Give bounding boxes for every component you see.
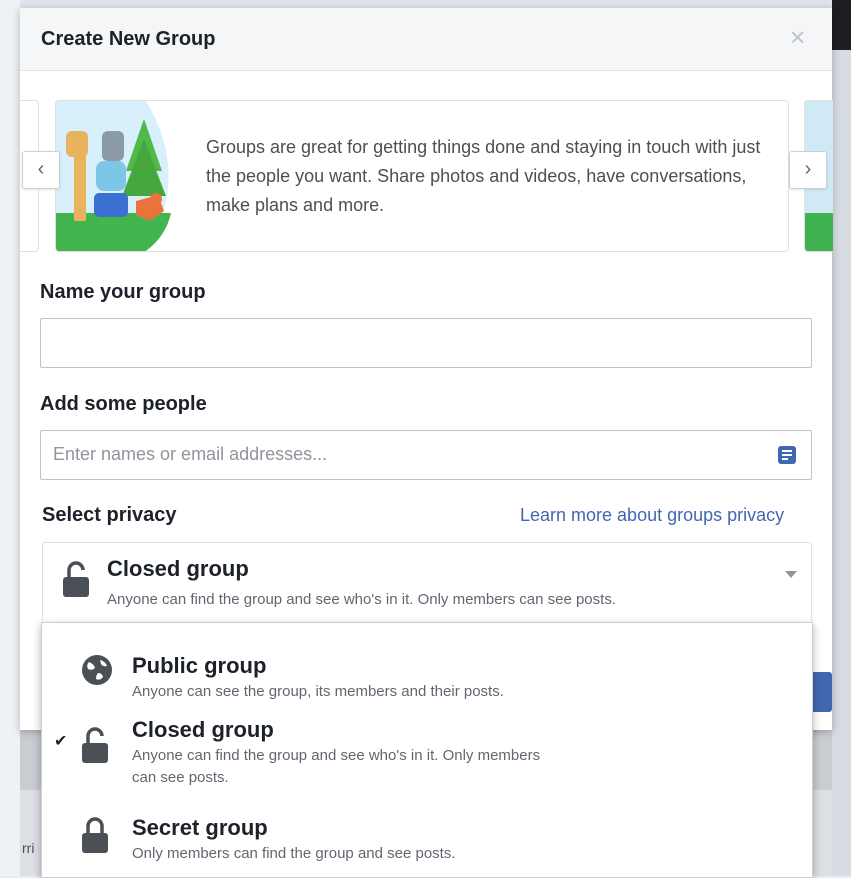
dialog-title: Create New Group	[41, 28, 216, 50]
option-desc: Anyone can find the group and see who's …	[132, 747, 541, 786]
backdrop-top	[0, 0, 851, 8]
carousel-description: Groups are great for getting things done…	[206, 137, 761, 215]
lock-open-icon	[82, 727, 108, 763]
select-privacy-label: Select privacy	[42, 504, 177, 526]
backdrop-right	[832, 50, 851, 876]
address-book-icon[interactable]	[777, 445, 797, 465]
dialog-header: Create New Group ×	[20, 8, 832, 71]
selected-privacy-title: Closed group	[107, 556, 249, 581]
lock-closed-icon	[82, 817, 108, 853]
lock-open-icon	[63, 561, 89, 597]
add-people-label: Add some people	[40, 393, 207, 415]
option-title: Secret group	[132, 815, 268, 840]
privacy-option-secret[interactable]: Secret group Only members can find the g…	[42, 811, 812, 877]
carousel-next-button[interactable]: ›	[789, 151, 827, 189]
close-icon[interactable]: ×	[790, 24, 805, 50]
option-title: Public group	[132, 653, 267, 678]
backdrop-left	[0, 0, 20, 876]
option-title: Closed group	[132, 717, 274, 742]
selected-privacy-desc: Anyone can find the group and see who's …	[107, 591, 616, 608]
next-card-illustration	[805, 213, 833, 251]
group-illustration	[56, 101, 171, 251]
carousel-prev-button[interactable]: ‹	[22, 151, 60, 189]
checkmark-icon: ✔	[54, 733, 68, 750]
backdrop-partial-text: rri	[22, 840, 35, 856]
name-group-label: Name your group	[40, 281, 206, 303]
add-people-field-box	[40, 430, 812, 480]
privacy-option-public[interactable]: Public group Anyone can see the group, i…	[42, 633, 812, 713]
privacy-option-closed[interactable]: ✔ Closed group Anyone can find the group…	[42, 711, 812, 806]
option-desc: Only members can find the group and see …	[132, 845, 456, 862]
globe-icon	[82, 655, 112, 685]
chevron-down-icon	[785, 571, 797, 578]
create-button-edge[interactable]	[810, 672, 832, 712]
carousel-card: Groups are great for getting things done…	[55, 100, 789, 252]
learn-more-privacy-link[interactable]: Learn more about groups privacy	[520, 505, 784, 526]
backdrop-right-dark	[832, 0, 851, 50]
privacy-select[interactable]: Closed group Anyone can find the group a…	[42, 542, 812, 624]
group-name-input[interactable]	[41, 319, 783, 365]
option-desc: Anyone can see the group, its members an…	[132, 683, 504, 700]
group-name-field-box	[40, 318, 812, 368]
add-people-input[interactable]	[41, 431, 783, 477]
privacy-dropdown-menu: Public group Anyone can see the group, i…	[41, 622, 813, 878]
